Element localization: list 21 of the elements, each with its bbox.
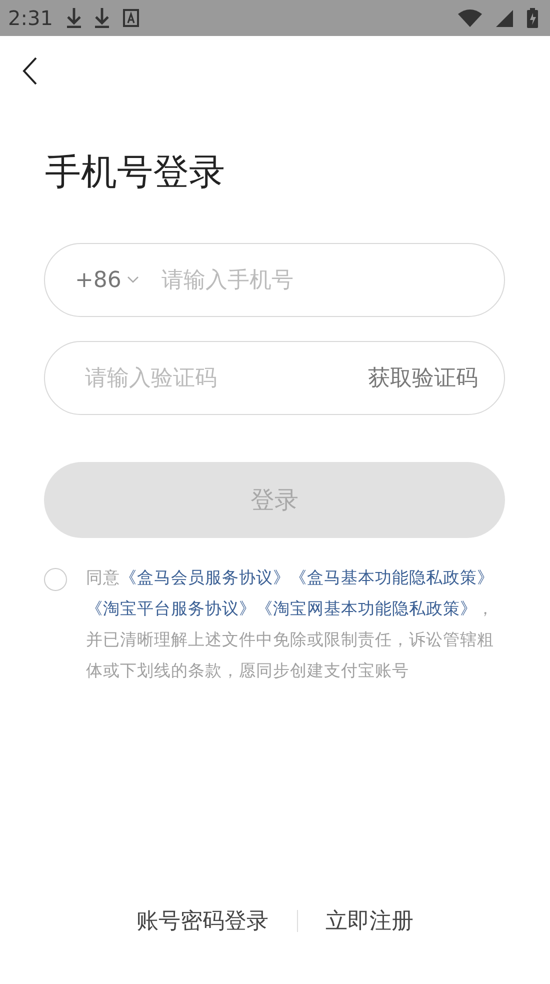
agreement-link[interactable]: 《盒马会员服务协议》 [120, 568, 290, 587]
code-field[interactable]: 请输入验证码 获取验证码 [44, 341, 505, 415]
page-title: 手机号登录 [45, 151, 225, 195]
download-icon [94, 8, 109, 28]
caret-icon [127, 276, 140, 284]
signal-icon [496, 10, 513, 26]
status-time: 2:31 [8, 6, 53, 30]
phone-field[interactable]: +86 请输入手机号 [44, 243, 505, 317]
agree-checkbox[interactable] [44, 568, 67, 591]
agreement-link[interactable]: 《淘宝网基本功能隐私政策》 [256, 599, 477, 618]
footer-link[interactable]: 立即注册 [326, 906, 414, 936]
get-code-button[interactable]: 获取验证码 [368, 363, 478, 393]
country-code-selector[interactable]: +86 [75, 268, 140, 292]
agreement-text: 同意《盒马会员服务协议》《盒马基本功能隐私政策》 《淘宝平台服务协议》《淘宝网基本功能隐私政策》，并已清晰理解上述文件中免除或限制责任，诉讼管辖粗体或下划线的条款，愿同步创建支付宝账号 [86, 567, 495, 682]
agreement-link[interactable]: 《盒马基本功能隐私政策》 [290, 568, 494, 587]
wifi-icon [458, 9, 482, 27]
footer-link[interactable]: 账号密码登录 [136, 906, 268, 936]
keyboard-icon [122, 9, 139, 27]
download-icon [66, 8, 81, 28]
agreement-link[interactable]: 《淘宝平台服务协议》 [86, 599, 256, 618]
battery-icon [527, 8, 538, 28]
